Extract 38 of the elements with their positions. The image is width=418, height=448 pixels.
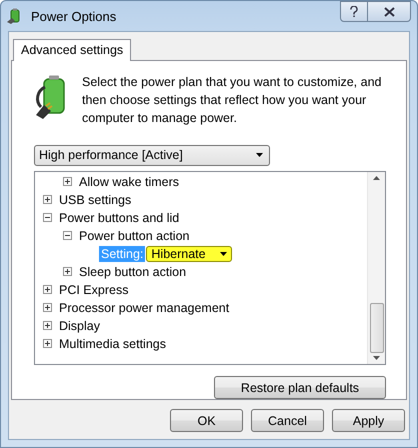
window-title: Power Options — [31, 8, 116, 24]
tree-item[interactable]: Display — [59, 318, 100, 333]
collapse-icon[interactable] — [63, 231, 72, 240]
expand-icon[interactable] — [43, 195, 52, 204]
expand-icon[interactable] — [43, 285, 52, 294]
tree-item[interactable]: USB settings — [59, 192, 132, 207]
tree-item[interactable]: Allow wake timers — [79, 174, 180, 189]
expand-icon[interactable] — [43, 321, 52, 330]
expand-icon[interactable] — [63, 177, 72, 186]
tree-item[interactable]: Power buttons and lid — [59, 210, 180, 225]
tree-item[interactable]: Power button action — [79, 228, 190, 243]
collapse-icon[interactable] — [43, 213, 52, 222]
dropdown-arrow-icon — [256, 153, 263, 158]
expand-icon[interactable] — [43, 339, 52, 348]
expand-icon[interactable] — [43, 303, 52, 312]
tree-item[interactable]: Sleep button action — [79, 264, 186, 279]
tree-item[interactable]: Processor power management — [59, 300, 230, 315]
setting-dropdown[interactable]: Hibernate — [146, 246, 232, 262]
help-button[interactable] — [340, 1, 368, 22]
expand-icon[interactable] — [63, 267, 72, 276]
scroll-down-icon[interactable] — [373, 356, 380, 360]
tree-item[interactable]: Multimedia settings — [59, 336, 166, 351]
scrollbar[interactable] — [367, 172, 385, 364]
dropdown-arrow-icon — [220, 252, 227, 256]
scroll-thumb[interactable] — [370, 303, 384, 353]
dialog-button[interactable]: Cancel — [251, 409, 324, 432]
dialog-button[interactable]: Apply — [332, 409, 405, 432]
setting-label: Setting: — [99, 246, 146, 262]
close-button[interactable] — [368, 1, 411, 22]
restore-defaults-button[interactable]: Restore plan defaults — [214, 376, 386, 399]
power-plan-dropdown[interactable]: High performance [Active] — [34, 145, 270, 166]
tab[interactable]: Advanced settings — [13, 39, 132, 61]
scroll-up-icon[interactable] — [373, 176, 380, 180]
instruction-text: Select the power plan that you want to customize, and then choose settings that reflect how you want your computer to manage power. — [82, 74, 382, 127]
tree-item[interactable]: PCI Express — [59, 282, 128, 297]
close-icon — [384, 6, 394, 16]
dialog-button[interactable]: OK — [170, 409, 243, 432]
help-icon — [350, 6, 358, 18]
